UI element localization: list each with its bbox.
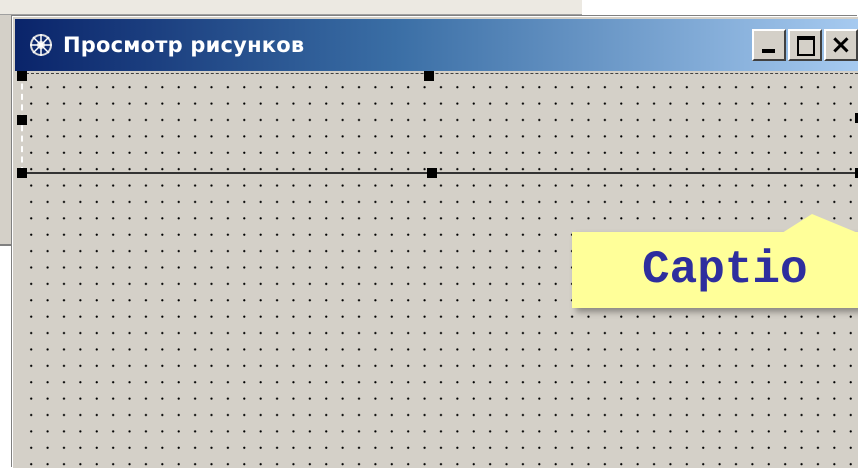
title-bar[interactable]: Просмотр рисунков × xyxy=(15,19,858,71)
close-icon: × xyxy=(830,30,852,60)
resize-handle-bottom[interactable] xyxy=(427,168,437,178)
caption-callout: Captio xyxy=(572,232,858,308)
app-icon[interactable] xyxy=(27,31,55,59)
resize-handle-top[interactable] xyxy=(424,71,434,81)
panel-bottom-edge xyxy=(25,172,858,174)
window-controls: × xyxy=(752,29,858,61)
close-button[interactable]: × xyxy=(824,29,858,61)
callout-text: Captio xyxy=(642,244,808,296)
resize-handle-left[interactable] xyxy=(17,115,27,125)
selected-panel[interactable] xyxy=(21,73,858,173)
minimize-button[interactable] xyxy=(752,29,786,61)
window-title: Просмотр рисунков xyxy=(63,33,305,57)
background-window-edge xyxy=(0,0,582,15)
resize-handle-bottom-left[interactable] xyxy=(17,168,27,178)
resize-handle-top-left[interactable] xyxy=(17,71,27,81)
maximize-button[interactable] xyxy=(788,29,822,61)
